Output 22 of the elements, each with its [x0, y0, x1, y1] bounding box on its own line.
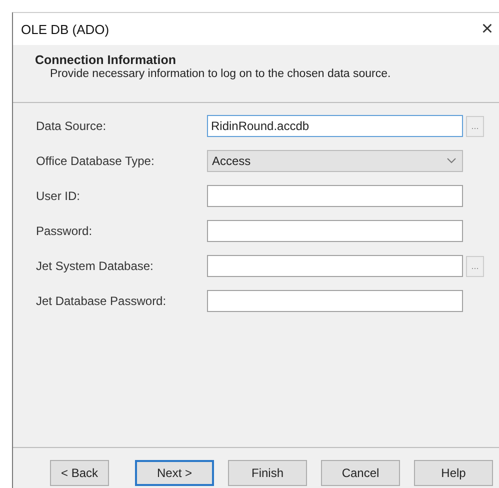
wizard-button[interactable]: Finish — [228, 460, 307, 486]
wizard-button[interactable]: Cancel — [321, 460, 400, 486]
wizard-button[interactable]: Help — [414, 460, 493, 486]
wizard-button[interactable]: Next > — [135, 460, 214, 486]
field-label: User ID: — [36, 189, 82, 203]
close-button[interactable]: × — [475, 19, 499, 39]
input-field[interactable] — [207, 185, 463, 207]
header-title: Connection Information — [35, 53, 177, 67]
input-field[interactable] — [207, 290, 463, 312]
input-field[interactable]: RidinRound.accdb — [207, 115, 463, 137]
field-label: Password: — [36, 224, 94, 238]
field-label: Office Database Type: — [36, 154, 156, 168]
dropdown[interactable]: Access — [207, 150, 463, 172]
header-subtitle: Provide necessary information to log on to the chosen data source. — [49, 68, 392, 80]
field-label: Data Source: — [36, 119, 108, 133]
field-label: Jet System Database: — [36, 259, 154, 273]
input-field[interactable] — [207, 255, 463, 277]
chevron-down-icon — [447, 158, 456, 164]
window-title: OLE DB (ADO) — [21, 22, 110, 36]
wizard-button[interactable]: < Back — [50, 460, 109, 486]
input-field[interactable] — [207, 220, 463, 242]
field-label: Jet Database Password: — [36, 294, 168, 308]
